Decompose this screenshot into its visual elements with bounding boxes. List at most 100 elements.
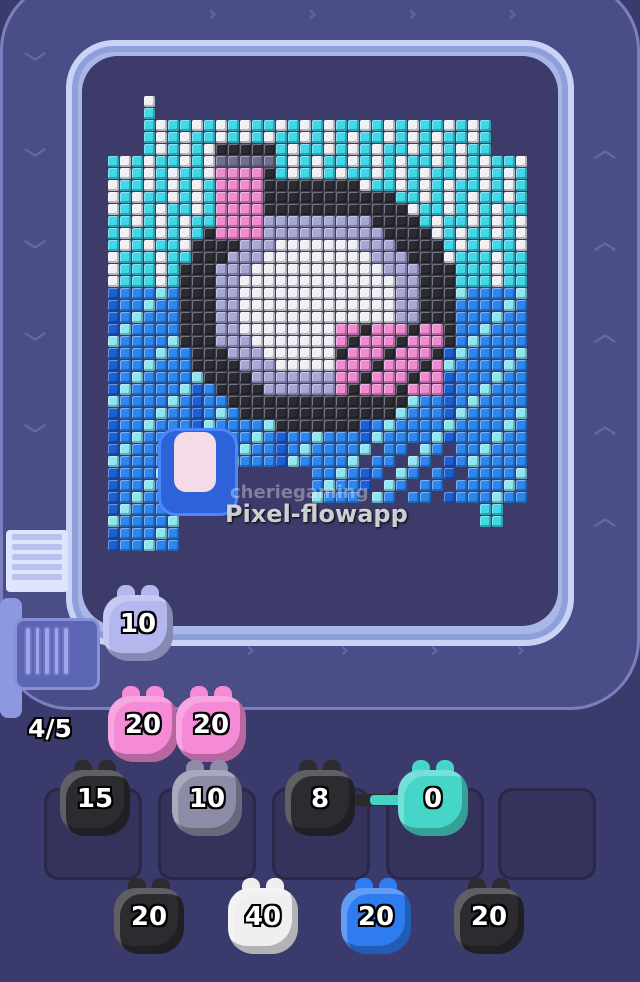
pixel-block	[288, 420, 299, 431]
pixel-block	[480, 444, 491, 455]
pixel-block	[204, 240, 215, 251]
pixel-block	[504, 348, 515, 359]
pixel-block	[384, 456, 395, 467]
pixel-block	[480, 468, 491, 479]
pixel-block	[420, 204, 431, 215]
pixel-block	[468, 420, 479, 431]
pixel-block	[420, 408, 431, 419]
pixel-block	[420, 444, 431, 455]
pixel-block	[372, 156, 383, 167]
pixel-block	[108, 480, 119, 491]
pixel-block	[396, 120, 407, 131]
pixel-block	[492, 300, 503, 311]
pixel-block	[384, 480, 395, 491]
pixel-block	[516, 432, 527, 443]
pixel-block	[192, 204, 203, 215]
pixel-block	[180, 144, 191, 155]
pixel-block	[324, 444, 335, 455]
pixel-block	[384, 264, 395, 275]
pixel-block	[312, 420, 323, 431]
slot-5-empty[interactable]	[498, 788, 596, 880]
pixel-block	[216, 228, 227, 239]
pixel-block	[468, 336, 479, 347]
pixel-block	[144, 432, 155, 443]
pig-shooter-waiting[interactable]: 20	[176, 686, 246, 764]
pig-shooter-waiting[interactable]: 20	[108, 686, 178, 764]
pixel-block	[252, 144, 263, 155]
pixel-block	[516, 480, 527, 491]
pixel-block	[396, 228, 407, 239]
pixel-block	[288, 324, 299, 335]
pixel-block	[156, 288, 167, 299]
pixel-block	[324, 336, 335, 347]
pixel-block	[288, 168, 299, 179]
pixel-block	[396, 192, 407, 203]
pixel-block	[108, 288, 119, 299]
pixel-block	[132, 276, 143, 287]
pixel-block	[132, 216, 143, 227]
pixel-block	[216, 360, 227, 371]
pixel-block	[144, 324, 155, 335]
pixel-block	[120, 324, 131, 335]
pig-shooter-reserve[interactable]: 40	[228, 878, 298, 956]
pixel-block	[120, 312, 131, 323]
pig-shooter-slot[interactable]: 10	[172, 760, 242, 838]
pixel-block	[396, 252, 407, 263]
pig-shooter-front[interactable]: 10	[103, 585, 173, 663]
pixel-block	[108, 384, 119, 395]
pixel-block	[468, 264, 479, 275]
pig-shooter-reserve[interactable]: 20	[114, 878, 184, 956]
pixel-block	[432, 192, 443, 203]
pixel-block	[192, 276, 203, 287]
pixel-block	[444, 432, 455, 443]
pixel-block	[180, 408, 191, 419]
pixel-block	[360, 240, 371, 251]
pixel-block	[204, 144, 215, 155]
pixel-block	[468, 300, 479, 311]
pixel-block	[444, 324, 455, 335]
pixel-block	[216, 132, 227, 143]
pixel-block	[144, 444, 155, 455]
pixel-block	[144, 132, 155, 143]
pixel-block	[468, 480, 479, 491]
pixel-block	[144, 120, 155, 131]
pixel-block	[348, 144, 359, 155]
pixel-block	[336, 312, 347, 323]
pixel-block	[324, 216, 335, 227]
pixel-block	[360, 144, 371, 155]
pixel-block	[360, 168, 371, 179]
pixel-block	[180, 252, 191, 263]
pixel-block	[288, 132, 299, 143]
pixel-block	[480, 396, 491, 407]
pixel-block	[288, 372, 299, 383]
pixel-block	[324, 204, 335, 215]
pixel-block	[516, 324, 527, 335]
pixel-block	[240, 132, 251, 143]
pixel-block	[264, 240, 275, 251]
pixel-block	[360, 396, 371, 407]
pixel-block	[312, 252, 323, 263]
pig-shooter-reserve[interactable]: 20	[454, 878, 524, 956]
pixel-block	[396, 336, 407, 347]
pixel-block	[312, 156, 323, 167]
pixel-block	[132, 300, 143, 311]
pixel-block	[264, 432, 275, 443]
pixel-block	[192, 168, 203, 179]
pixel-block	[228, 240, 239, 251]
pixel-block	[348, 264, 359, 275]
pig-shooter-reserve[interactable]: 20	[341, 878, 411, 956]
pixel-block	[432, 228, 443, 239]
pig-shooter-slot[interactable]: 15	[60, 760, 130, 838]
pig-shooter-slot[interactable]: 0	[398, 760, 468, 838]
pixel-block	[420, 456, 431, 467]
pixel-block	[372, 336, 383, 347]
pixel-block	[168, 252, 179, 263]
pixel-block	[456, 228, 467, 239]
pixel-block	[456, 180, 467, 191]
pixel-block	[444, 300, 455, 311]
pixel-block	[516, 420, 527, 431]
pig-shooter-slot[interactable]: 8	[285, 760, 355, 838]
pixel-block	[360, 252, 371, 263]
pixel-block	[324, 372, 335, 383]
pixel-block	[480, 192, 491, 203]
